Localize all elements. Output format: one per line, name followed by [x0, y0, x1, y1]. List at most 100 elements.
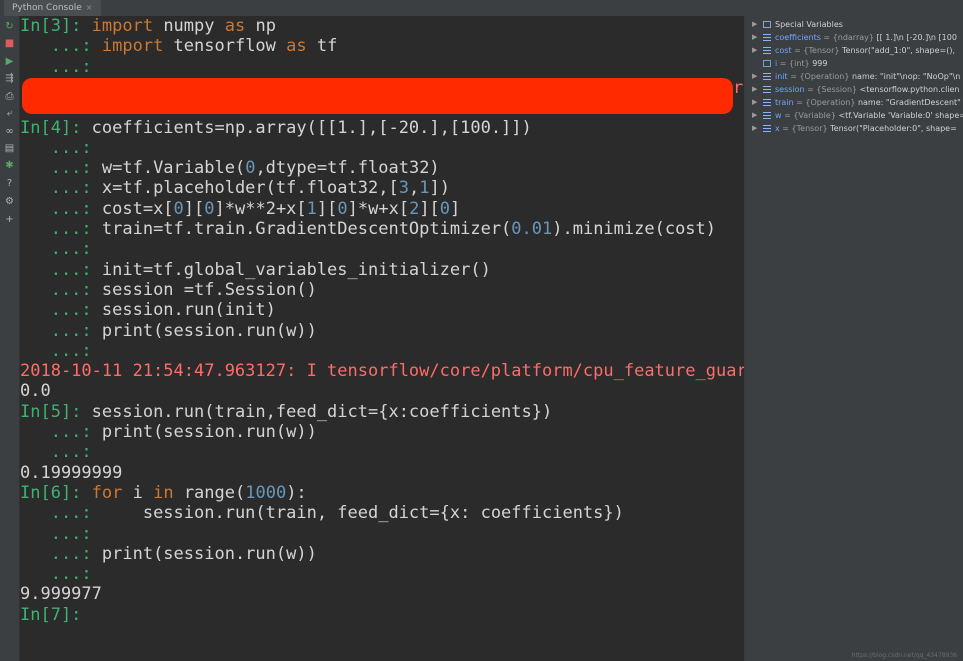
code-token: ][ [316, 198, 338, 219]
code-token: session.run(train, feed_dict={x: coeffic… [101, 503, 624, 524]
prompt: In[4]: [20, 117, 92, 138]
console-line: ...: [20, 524, 102, 544]
prompt: ...: [20, 564, 102, 585]
prompt: ...: [20, 300, 102, 321]
console-line: ...: print(session.run(w)) [20, 321, 317, 341]
code-token: 0 [439, 198, 451, 219]
variable-row[interactable]: ▶ x = {Tensor} Tensor("Placeholder:0", sh… [746, 122, 963, 135]
object-variable-icon [763, 73, 771, 80]
history-icon[interactable]: ▤ [3, 142, 16, 155]
debug-icon[interactable]: ✱ [3, 159, 16, 172]
variable-type: = {Tensor} [779, 124, 831, 133]
console-line: 9.999977 [20, 584, 102, 604]
console-line: ...: [20, 57, 102, 77]
variable-row[interactable]: ▶ init = {Operation} name: "init"\nop: "N… [746, 70, 963, 83]
console-line: In[7]: [20, 605, 92, 625]
console-line: ...: print(session.run(w)) [20, 422, 317, 442]
expand-arrow-icon[interactable]: ▶ [752, 18, 757, 31]
variable-row[interactable]: ▶ coefficients = {ndarray} [[ 1.]\n [-20.… [746, 31, 963, 44]
code-token: 1 [419, 178, 430, 199]
code-token: ]) [429, 178, 450, 199]
stop-icon[interactable]: ■ [3, 37, 16, 50]
code-token: 9.999977 [20, 584, 102, 605]
variable-type: = {Tensor} [791, 46, 842, 55]
prompt: ...: [20, 198, 102, 219]
variable-row[interactable]: ▶ session = {Session} <tensorflow.python.… [746, 83, 963, 96]
code-token: ,dtype=tf.float32) [255, 158, 440, 179]
prompt: ...: [20, 422, 102, 442]
code-token: ]*w+x[ [347, 198, 410, 219]
variable-value: 999 [812, 59, 828, 68]
code-token: np [245, 16, 276, 36]
expand-arrow-icon[interactable]: ▶ [752, 44, 757, 57]
variable-value: [[ 1.]\n [-20.]\n [100 [876, 33, 957, 42]
variable-type: = {Operation} [787, 72, 852, 81]
variable-row[interactable]: i = {int} 999 [746, 57, 963, 70]
settings-icon[interactable]: ⚙ [3, 195, 16, 208]
prompt: ...: [20, 442, 102, 463]
console-line: ...: session.run(init) [20, 300, 276, 320]
prompt: ...: [20, 543, 102, 564]
variable-type: = {Session} [804, 85, 860, 94]
prompt: ...: [20, 219, 102, 239]
console-line: In[5]: session.run(train,feed_dict={x:co… [20, 402, 552, 422]
code-token: ][ [183, 198, 205, 219]
variables-panel: https://blog.csdn.net/qq_43478936 ▶ Speci… [746, 16, 963, 661]
expand-arrow-icon[interactable]: ▶ [752, 109, 757, 122]
variable-row[interactable]: ▶ Special Variables [746, 18, 963, 31]
variable-row[interactable]: ▶ w = {Variable} <tf.Variable 'Variable:0… [746, 109, 963, 122]
prompt: In[6]: [20, 482, 92, 503]
add-icon[interactable]: + [3, 213, 16, 226]
prompt: ...: [20, 56, 102, 77]
code-token: train=tf.train.GradientDescentOptimizer( [101, 219, 512, 239]
variable-type: = {Operation} [793, 98, 858, 107]
show-variables-icon[interactable]: ∞ [3, 125, 16, 138]
console-line: ...: cost=x[0][0]*w**2+x[1][0]*w+x[2][0] [20, 198, 461, 219]
prompt: ...: [20, 503, 102, 524]
variable-row[interactable]: ▶ cost = {Tensor} Tensor("add_1:0", shape… [746, 44, 963, 57]
close-icon[interactable]: × [86, 3, 93, 12]
int-variable-icon [763, 60, 771, 67]
run-icon[interactable]: ▶ [3, 55, 16, 68]
code-token: 3 [398, 178, 409, 199]
expand-arrow-icon[interactable]: ▶ [752, 83, 757, 96]
code-token: x=tf.placeholder(tf.float32,[ [101, 178, 399, 199]
code-token: 2 [409, 198, 420, 219]
console-line: ...: init=tf.global_variables_initialize… [20, 260, 491, 280]
tab-python-console[interactable]: Python Console × [4, 0, 101, 16]
print-icon[interactable]: ⎙ [3, 90, 16, 103]
code-token: coefficients=np.array([[1.],[-20.],[100.… [91, 117, 532, 138]
console-line: ...: session =tf.Session() [20, 280, 317, 300]
expand-arrow-icon[interactable]: ▶ [752, 31, 757, 44]
rerun-icon[interactable]: ↻ [3, 20, 16, 33]
code-token: init=tf.global_variables_initializer() [101, 259, 491, 280]
console-line: 2018-10-11 21:54:47.963127: I tensorflow… [20, 361, 744, 381]
code-token: 1 [306, 198, 317, 219]
variable-type: = {ndarray} [820, 33, 877, 42]
expand-arrow-icon[interactable]: ▶ [752, 122, 757, 135]
code-token: 1000 [245, 482, 287, 503]
redaction-overlay [22, 78, 733, 114]
prompt: ...: [20, 178, 102, 199]
execute-icon[interactable]: ⇶ [3, 72, 16, 85]
code-token: numpy [153, 16, 225, 36]
variable-name: init [775, 72, 788, 81]
help-icon[interactable]: ? [3, 177, 16, 190]
soft-wrap-icon[interactable]: ⤶ [3, 107, 16, 120]
console-line: 0.19999999 [20, 463, 122, 483]
tool-window-header: Python Console × [0, 0, 963, 17]
code-token: session =tf.Session() [101, 279, 317, 300]
variable-name: coefficients [775, 33, 821, 42]
variable-row[interactable]: ▶ train = {Operation} name: "GradientDesc… [746, 96, 963, 109]
prompt: ...: [20, 137, 102, 158]
code-token: import [91, 16, 154, 36]
expand-arrow-icon[interactable]: ▶ [752, 70, 757, 83]
expand-arrow-icon[interactable]: ▶ [752, 96, 757, 109]
code-token: 0 [337, 198, 348, 219]
variable-value: Tensor("add_1:0", shape=(), [842, 46, 955, 55]
prompt: ...: [20, 158, 102, 179]
variable-value: Tensor("Placeholder:0", shape= [830, 124, 957, 133]
prompt: In[3]: [20, 16, 92, 36]
code-token: import [101, 36, 164, 57]
variable-name: Special Variables [775, 20, 843, 29]
